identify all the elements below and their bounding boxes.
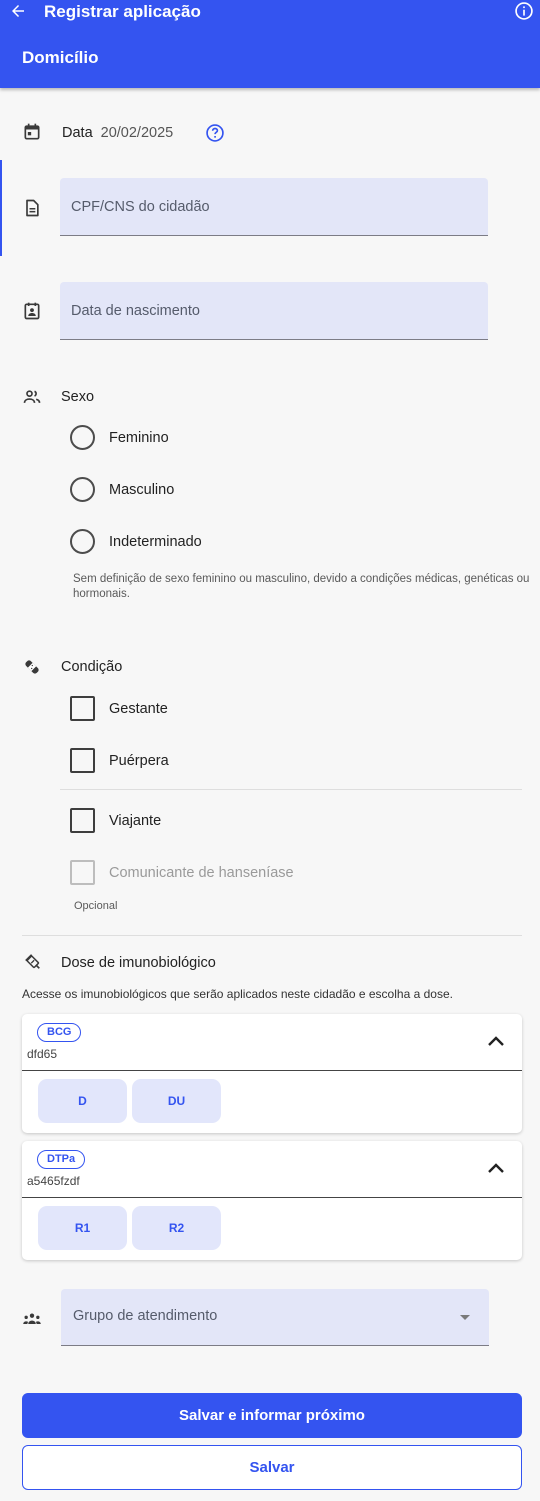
vaccine-card-header[interactable]: DTPa a5465fzdf [22, 1141, 522, 1198]
checkbox-puerpera[interactable]: Puérpera [70, 748, 169, 773]
optional-label: Opcional [74, 900, 118, 912]
dose-button-r1[interactable]: R1 [38, 1206, 127, 1250]
checkbox-viajante[interactable]: Viajante [70, 808, 161, 833]
checkbox-comunicante-hanseniase: Comunicante de hanseníase [70, 860, 294, 885]
birth-date-input[interactable] [60, 282, 488, 339]
radio-masculino[interactable]: Masculino [70, 477, 174, 502]
save-next-button[interactable]: Salvar e informar próximo [22, 1393, 522, 1438]
checkbox-label: Comunicante de hanseníase [109, 864, 294, 881]
help-circle-icon[interactable] [205, 123, 225, 143]
dose-button-d[interactable]: D [38, 1079, 127, 1123]
back-arrow-icon[interactable] [7, 0, 29, 22]
dose-button-du[interactable]: DU [132, 1079, 221, 1123]
cpf-cns-field[interactable] [60, 178, 488, 236]
radio-indeterminado[interactable]: Indeterminado [70, 529, 202, 554]
radio-feminino[interactable]: Feminino [70, 425, 169, 450]
vaccine-card-header[interactable]: BCG dfd65 [22, 1014, 522, 1071]
date-value: 20/02/2025 [100, 125, 174, 141]
checkbox-box[interactable] [70, 808, 95, 833]
vaccine-card-bcg: BCG dfd65 D DU [22, 1014, 522, 1133]
grupo-atendimento-select[interactable]: Grupo de atendimento [61, 1289, 489, 1346]
imunobiologico-description: Acesse os imunobiológicos que serão apli… [22, 987, 453, 1001]
bandage-icon [22, 657, 42, 677]
save-button[interactable]: Salvar [22, 1445, 522, 1490]
document-icon [22, 198, 42, 218]
info-icon[interactable] [514, 1, 534, 21]
checkbox-box[interactable] [70, 748, 95, 773]
focus-indicator [0, 160, 2, 256]
checkbox-box[interactable] [70, 696, 95, 721]
divider [22, 935, 522, 936]
app-bar: Registrar aplicação Domicílio [0, 0, 540, 88]
chevron-up-icon[interactable] [486, 1034, 506, 1048]
date-row: Data 20/02/2025 [62, 124, 173, 142]
select-placeholder: Grupo de atendimento [73, 1308, 218, 1324]
page-title: Registrar aplicação [44, 2, 201, 21]
vaccine-chip: DTPa [37, 1150, 86, 1169]
checkbox-box [70, 860, 95, 885]
radio-label: Feminino [109, 429, 169, 446]
radio-label: Indeterminado [109, 533, 202, 550]
dose-options: R1 R2 [22, 1198, 522, 1260]
calendar-user-icon [22, 301, 42, 321]
checkbox-gestante[interactable]: Gestante [70, 696, 168, 721]
date-label: Data [62, 125, 93, 141]
group-icon [22, 1309, 42, 1329]
caret-down-icon [460, 1315, 470, 1320]
sexo-label: Sexo [61, 389, 95, 405]
radio-circle[interactable] [70, 529, 95, 554]
vaccine-chip: BCG [37, 1023, 82, 1042]
vaccine-lot: dfd65 [27, 1047, 58, 1061]
vaccine-card-dtpa: DTPa a5465fzdf R1 R2 [22, 1141, 522, 1260]
people-icon [22, 387, 42, 407]
syringe-icon [24, 953, 44, 973]
imunobiologico-label: Dose de imunobiológico [61, 955, 216, 971]
sexo-hint: Sem definição de sexo feminino ou mascul… [73, 573, 530, 600]
condicao-label: Condição [61, 659, 123, 675]
vaccine-lot: a5465fzdf [27, 1174, 80, 1188]
chevron-up-icon[interactable] [486, 1161, 506, 1175]
calendar-icon [22, 122, 42, 142]
checkbox-label: Puérpera [109, 752, 169, 769]
radio-circle[interactable] [70, 425, 95, 450]
radio-label: Masculino [109, 481, 175, 498]
dose-button-r2[interactable]: R2 [132, 1206, 221, 1250]
checkbox-label: Gestante [109, 700, 168, 717]
birth-date-field[interactable] [60, 282, 488, 340]
page-subtitle: Domicílio [22, 48, 99, 67]
checkbox-label: Viajante [109, 812, 162, 829]
radio-circle[interactable] [70, 477, 95, 502]
cpf-cns-input[interactable] [60, 178, 488, 235]
divider [60, 789, 522, 790]
dose-options: D DU [22, 1071, 522, 1133]
